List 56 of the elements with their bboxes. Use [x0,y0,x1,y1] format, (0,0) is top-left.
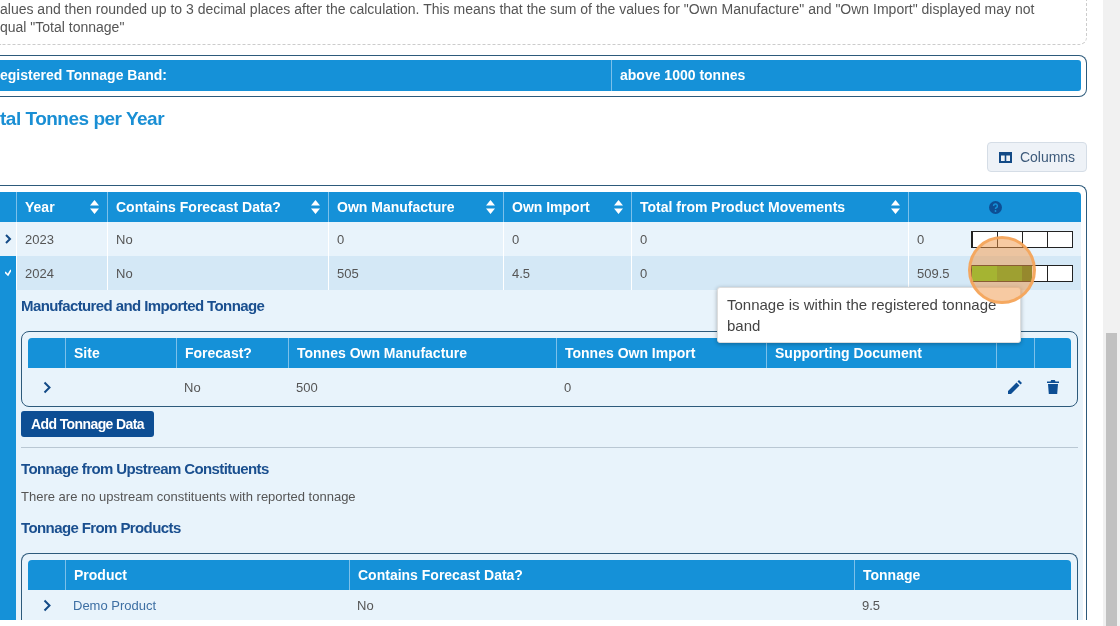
column-header: Site [74,345,100,361]
table-cell: 0 [640,265,648,281]
subsection-title: Manufactured and Imported Tonnage [21,296,265,316]
column-header[interactable]: Year [25,199,55,215]
table-cell: 0 [512,231,520,247]
trash-icon[interactable] [1046,380,1059,394]
chevron-down-icon[interactable] [5,269,11,277]
columns-icon [998,151,1012,163]
pencil-icon[interactable] [1008,380,1022,394]
note-text: alues and then rounded up to 3 decimal places after the calculation. This means that the sum of the values for "Own Manufacture" and "Own Import" displayed may not qual "Total tonnage" [0,0,1036,36]
subsection-title: Tonnage From Products [21,518,181,538]
table-cell: 2024 [25,265,54,281]
table-cell: No [116,265,133,281]
add-tonnage-button[interactable]: Add Tonnage Data [21,411,155,437]
help-icon[interactable] [988,200,1002,214]
band-value: above 1000 tonnes [619,66,747,85]
column-header: Tonnage [863,567,921,583]
table-cell: No [357,597,374,613]
column-header: Forecast? [185,345,252,361]
column-header[interactable]: Own Manufacture [337,199,455,215]
band-label: egistered Tonnage Band: [0,60,612,91]
table-cell: 4.5 [512,265,531,281]
table-cell: 0 [917,231,925,247]
subsection-title: Tonnage from Upstream Constituents [21,459,269,479]
column-header: Tonnes Own Manufacture [297,345,468,361]
column-header[interactable]: Total from Product Movements [640,199,846,215]
chevron-right-icon[interactable] [4,234,12,244]
column-header[interactable]: Contains Forecast Data? [116,199,281,215]
column-header[interactable]: Own Import [512,199,590,215]
column-header: Supporting Document [775,345,922,361]
sort-icon[interactable] [311,200,320,214]
column-header: Contains Forecast Data? [358,567,523,583]
columns-button[interactable]: Columns [987,142,1087,172]
tooltip: Tonnage is within the registered tonnage band [717,287,1021,343]
sort-icon[interactable] [90,200,99,214]
table-cell: 0 [640,231,648,247]
column-header: Tonnes Own Import [565,345,696,361]
table-cell: 0 [564,379,572,395]
table-cell: 500 [296,379,318,395]
scrollbar[interactable] [1103,0,1120,626]
table-cell: 509.5 [917,265,950,281]
empty-message: There are no upstream constituents with reported tonnage [21,489,356,504]
sort-icon[interactable] [486,200,495,214]
chevron-right-icon[interactable] [42,380,51,394]
table-cell: 2023 [25,231,54,247]
table-cell: 9.5 [862,597,881,613]
table-cell: 505 [337,265,359,281]
column-header: Product [74,567,127,583]
table-cell: 0 [337,231,345,247]
product-link[interactable]: Demo Product [73,597,157,613]
table-cell: No [116,231,133,247]
table-cell: No [184,379,201,395]
chevron-right-icon[interactable] [42,598,51,612]
section-title: tal Tonnes per Year [0,107,165,131]
sort-icon[interactable] [891,200,900,214]
sort-icon[interactable] [614,200,623,214]
